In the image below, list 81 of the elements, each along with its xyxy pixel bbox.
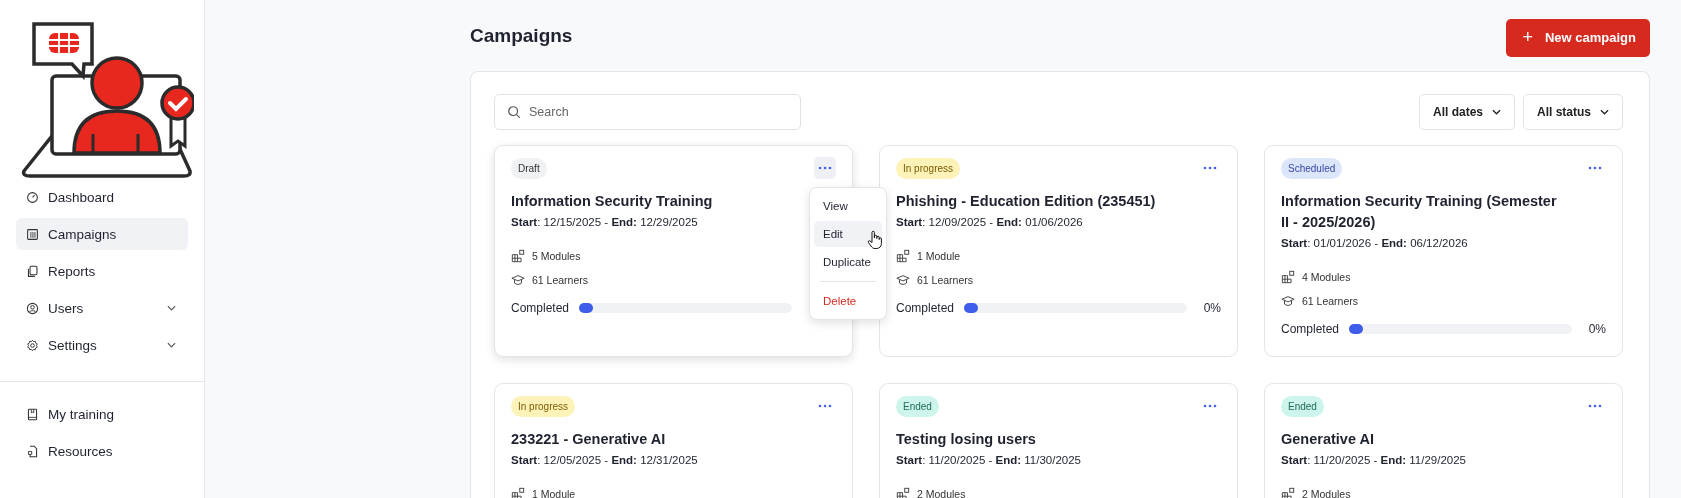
campaign-title[interactable]: Phishing - Education Edition (235451) <box>896 191 1221 212</box>
learners-count: 61 Learners <box>532 274 589 286</box>
progress-label: Completed <box>1281 322 1340 336</box>
status-badge: In progress <box>896 157 961 179</box>
status-badge: Ended <box>1281 395 1324 417</box>
modules-count: 5 Modules <box>532 250 581 262</box>
page-title: Campaigns <box>470 24 573 47</box>
learners-count: 61 Learners <box>917 274 974 286</box>
modules-icon <box>1281 270 1295 284</box>
menu-item[interactable]: View <box>814 193 882 219</box>
campaign-dates: Start: 11/20/2025 - End: 11/29/2025 <box>1281 454 1467 466</box>
chevron-down-icon <box>1492 109 1501 115</box>
menu-item[interactable]: Edit <box>814 221 882 247</box>
campaign-card[interactable]: Ended Testing losing users Start: 11/20/2025 - End: 11/30/2025 2 Modules <box>879 383 1238 498</box>
status-badge: Scheduled <box>1281 157 1343 179</box>
status-badge: In progress <box>511 395 576 417</box>
nav-item[interactable]: Resources <box>16 435 188 467</box>
modules-icon <box>1281 487 1295 498</box>
nav-item[interactable]: Settings <box>16 329 188 361</box>
chart-icon <box>26 227 39 241</box>
chevron-down-icon <box>167 305 176 311</box>
progress-label: Completed <box>896 301 955 315</box>
progress-label: Completed <box>511 301 570 315</box>
copy-icon <box>26 264 39 278</box>
search-icon <box>507 105 521 119</box>
campaign-dates: Start: 11/20/2025 - End: 11/30/2025 <box>896 454 1082 466</box>
document-icon <box>26 444 39 458</box>
campaign-dates: Start: 12/09/2025 - End: 01/06/2026 <box>896 216 1084 228</box>
campaign-card[interactable]: In progress Phishing - Education Edition (235451) Start: 12/09/2025 - End: 01/06/2026 1 Module 61 Learners Completed 0% <box>879 145 1238 357</box>
settings-icon <box>26 338 39 352</box>
modules-icon <box>511 487 525 498</box>
modules-count: 1 Module <box>917 250 961 262</box>
new-campaign-button[interactable]: + New campaign <box>1506 18 1650 57</box>
status-badge: Draft <box>511 157 547 179</box>
learners-count: 61 Learners <box>1302 295 1359 307</box>
campaign-card[interactable]: Ended Generative AI Start: 11/20/2025 - End: 11/29/2025 2 Modules <box>1264 383 1623 498</box>
status-badge: Ended <box>896 395 939 417</box>
ellipsis-icon <box>1203 404 1217 408</box>
menu-item[interactable]: Delete <box>814 288 882 314</box>
campaign-title[interactable]: Generative AI <box>1281 429 1606 450</box>
campaign-dates: Start: 12/15/2025 - End: 12/29/2025 <box>511 216 699 228</box>
progress-percent: 0% <box>1587 322 1606 336</box>
ellipsis-icon <box>818 404 832 408</box>
graduation-cap-icon <box>1281 294 1295 308</box>
campaign-title[interactable]: 233221 - Generative AI <box>511 429 836 450</box>
chevron-down-icon <box>1600 109 1609 115</box>
campaign-title[interactable]: Information Security Training (Semester II - 2025/2026) <box>1281 191 1606 233</box>
nav-item[interactable]: Dashboard <box>16 181 188 213</box>
filter-dropdown[interactable]: All status <box>1523 94 1623 130</box>
hand-cursor-icon <box>867 230 883 250</box>
campaign-title[interactable]: Testing losing users <box>896 429 1221 450</box>
modules-count: 1 Module <box>532 488 576 498</box>
modules-count: 2 Modules <box>917 488 966 498</box>
modules-count: 2 Modules <box>1302 488 1351 498</box>
modules-count: 4 Modules <box>1302 271 1351 283</box>
modules-icon <box>511 249 525 263</box>
ellipsis-icon <box>1588 404 1602 408</box>
nav-item[interactable]: Campaigns <box>16 218 188 250</box>
nav-item[interactable]: Reports <box>16 255 188 287</box>
modules-icon <box>896 487 910 498</box>
graduation-cap-icon <box>896 273 910 287</box>
campaign-dates: Start: 01/01/2026 - End: 06/12/2026 <box>1281 237 1469 249</box>
campaign-card[interactable]: Scheduled Information Security Training (Semester II - 2025/2026) Start: 01/01/2026 - End: 06/12/2026 4 Modules 61 Learners Completed 0% <box>1264 145 1623 357</box>
more-button[interactable] <box>814 157 836 179</box>
campaign-card[interactable]: In progress 233221 - Generative AI Start: 12/05/2025 - End: 12/31/2025 1 Module <box>494 383 853 498</box>
nav-item[interactable]: My training <box>16 398 188 430</box>
campaign-dates: Start: 12/05/2025 - End: 12/31/2025 <box>511 454 699 466</box>
filter-dropdown[interactable]: All dates <box>1418 94 1515 130</box>
menu-item[interactable]: Duplicate <box>814 249 882 275</box>
book-icon <box>26 407 39 421</box>
user-icon <box>26 301 39 315</box>
graduation-cap-icon <box>511 273 525 287</box>
ellipsis-icon <box>1588 166 1602 170</box>
progress-percent: 0% <box>1202 301 1221 315</box>
ellipsis-icon <box>1203 166 1217 170</box>
modules-icon <box>896 249 910 263</box>
chevron-down-icon <box>167 342 176 348</box>
ellipsis-icon <box>818 166 832 170</box>
search-field[interactable]: Search <box>494 94 801 130</box>
nav-item[interactable]: Users <box>16 292 188 324</box>
gauge-icon <box>26 190 39 204</box>
